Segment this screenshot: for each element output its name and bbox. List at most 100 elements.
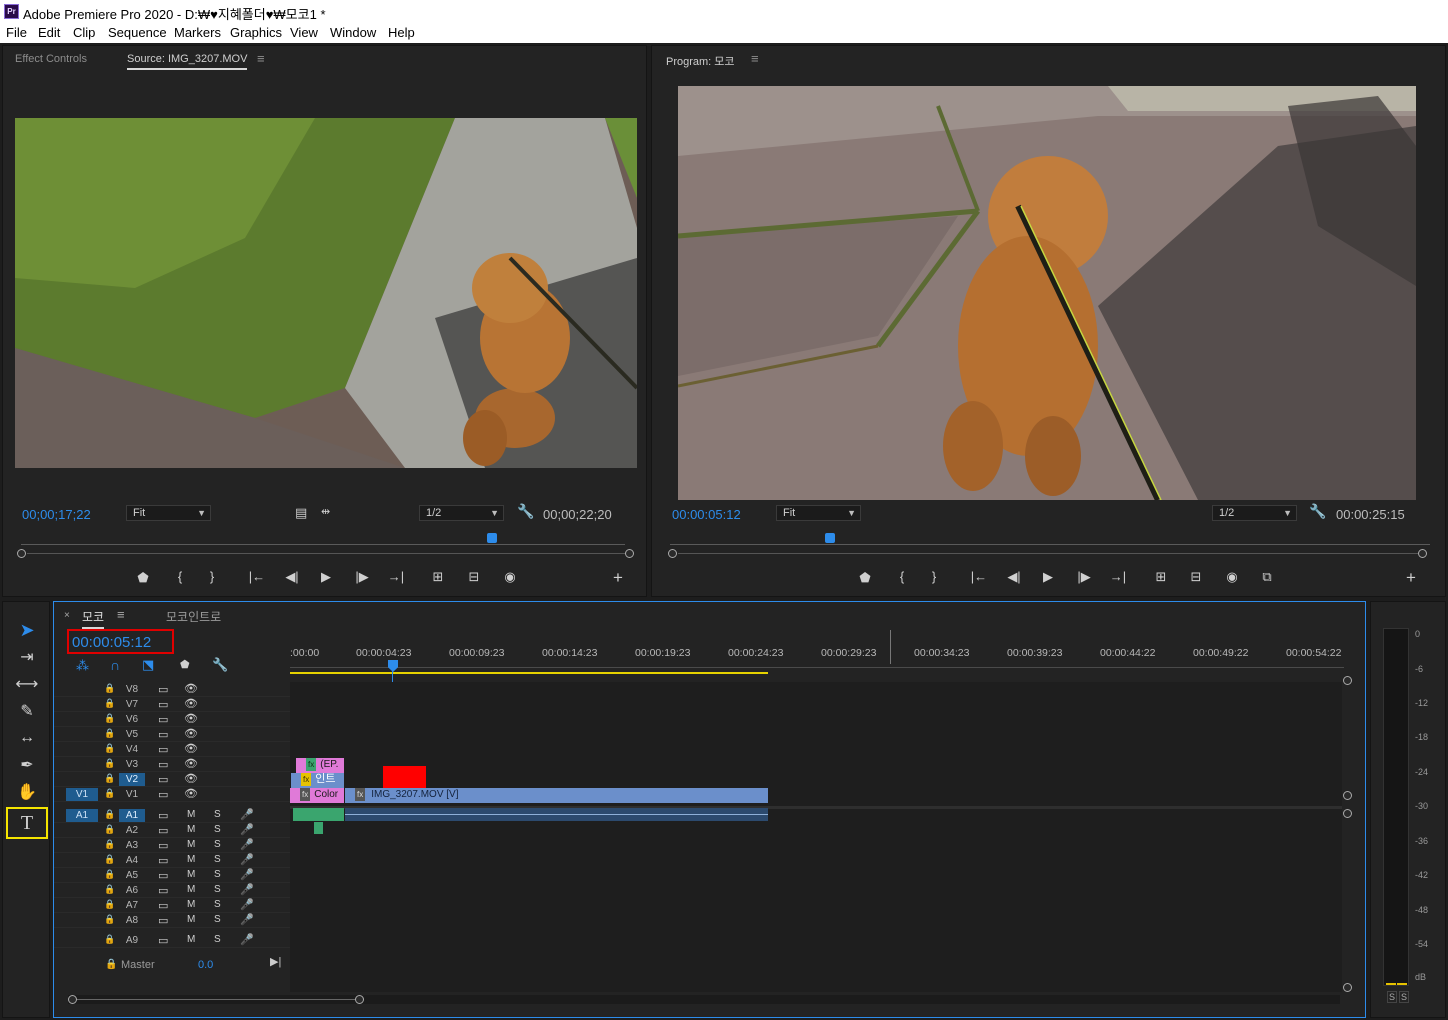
track-label-a5[interactable]: A5 bbox=[119, 869, 145, 882]
tab-source[interactable]: Source: IMG_3207.MOV bbox=[127, 53, 248, 70]
voice-over-record-mic-icon[interactable]: 🎤 bbox=[240, 853, 254, 866]
menu-file[interactable]: File bbox=[6, 25, 27, 40]
mute-track-button[interactable]: M bbox=[187, 884, 195, 895]
sync-lock-icon[interactable]: ▭ bbox=[158, 824, 168, 837]
track-label-v8[interactable]: V8 bbox=[119, 683, 145, 696]
extract-icon[interactable]: ⊟ bbox=[1187, 569, 1205, 585]
mute-track-button[interactable]: M bbox=[187, 914, 195, 925]
mark-in-icon[interactable]: { bbox=[893, 569, 911, 584]
master-lock-icon[interactable]: 🔒 bbox=[105, 959, 117, 970]
track-label-a1[interactable]: A1 bbox=[119, 809, 145, 822]
timeline-zoom-end-handle[interactable] bbox=[355, 995, 364, 1004]
solo-track-button[interactable]: S bbox=[214, 839, 221, 850]
solo-track-button[interactable]: S bbox=[214, 914, 221, 925]
mute-track-button[interactable]: M bbox=[187, 854, 195, 865]
drag-video-audio-icon[interactable]: ⇹ bbox=[321, 505, 330, 518]
voice-over-record-mic-icon[interactable]: 🎤 bbox=[240, 868, 254, 881]
sync-lock-icon[interactable]: ▭ bbox=[158, 884, 168, 897]
mute-track-button[interactable]: M bbox=[187, 839, 195, 850]
source-resolution-dropdown[interactable]: 1/2 ▼ bbox=[419, 505, 504, 521]
menu-window[interactable]: Window bbox=[330, 25, 376, 40]
track-label-v3[interactable]: V3 bbox=[119, 758, 145, 771]
timeline-horizontal-scrollbar[interactable] bbox=[68, 995, 1340, 1004]
tab-sequence-moko[interactable]: 모코 bbox=[82, 608, 105, 629]
sync-lock-icon[interactable]: ▭ bbox=[158, 713, 168, 726]
track-select-tool-icon[interactable]: ⇥ bbox=[13, 646, 41, 670]
voice-over-record-mic-icon[interactable]: 🎤 bbox=[240, 933, 254, 946]
source-playhead[interactable] bbox=[487, 533, 498, 543]
video-tracks-scroll-handle-bottom[interactable] bbox=[1343, 791, 1352, 800]
solo-track-button[interactable]: S bbox=[214, 824, 221, 835]
toggle-track-output-eye-icon[interactable]: 👁 bbox=[184, 787, 198, 800]
master-volume-value[interactable]: 0.0 bbox=[198, 959, 213, 971]
solo-track-button[interactable]: S bbox=[214, 854, 221, 865]
menu-help[interactable]: Help bbox=[388, 25, 415, 40]
track-lock-icon[interactable]: 🔒 bbox=[104, 743, 115, 754]
track-lock-icon[interactable]: 🔒 bbox=[104, 773, 115, 784]
mute-track-button[interactable]: M bbox=[187, 899, 195, 910]
program-zoom-end-handle[interactable] bbox=[1418, 549, 1427, 558]
toggle-track-output-eye-icon[interactable]: 👁 bbox=[184, 697, 198, 710]
track-label-v2[interactable]: V2 bbox=[119, 773, 145, 786]
voice-over-record-mic-icon[interactable]: 🎤 bbox=[240, 913, 254, 926]
add-marker-icon[interactable]: ⬟ bbox=[134, 570, 152, 586]
menu-graphics[interactable]: Graphics bbox=[230, 25, 282, 40]
pen-tool-icon[interactable]: ✒ bbox=[13, 754, 41, 778]
linked-selection-icon[interactable]: ⬔ bbox=[142, 657, 154, 673]
ripple-edit-tool-icon[interactable]: ⟷ bbox=[13, 673, 41, 697]
track-lock-icon[interactable]: 🔒 bbox=[104, 788, 115, 799]
timeline-settings-wrench-icon[interactable]: 🔧 bbox=[212, 657, 228, 673]
sync-lock-icon[interactable]: ▭ bbox=[158, 743, 168, 756]
voice-over-record-mic-icon[interactable]: 🎤 bbox=[240, 808, 254, 821]
mute-track-button[interactable]: M bbox=[187, 824, 195, 835]
menu-sequence[interactable]: Sequence bbox=[108, 25, 167, 40]
tab-sequence-moko-intro[interactable]: 모코인트로 bbox=[166, 608, 221, 625]
export-frame-camera-icon[interactable]: ◉ bbox=[501, 569, 519, 585]
sync-lock-icon[interactable]: ▭ bbox=[158, 899, 168, 912]
type-tool-icon[interactable]: T bbox=[6, 807, 48, 839]
clip-v1-color[interactable]: fx Color bbox=[290, 788, 344, 803]
track-label-a2[interactable]: A2 bbox=[119, 824, 145, 837]
export-frame-camera-icon[interactable]: ◉ bbox=[1223, 569, 1241, 585]
track-lock-icon[interactable]: 🔒 bbox=[104, 869, 115, 880]
step-back-icon[interactable]: ◀| bbox=[1005, 569, 1023, 585]
track-label-a6[interactable]: A6 bbox=[119, 884, 145, 897]
solo-track-button[interactable]: S bbox=[214, 869, 221, 880]
track-lock-icon[interactable]: 🔒 bbox=[104, 839, 115, 850]
step-forward-icon[interactable]: |▶ bbox=[1075, 569, 1093, 585]
voice-over-record-mic-icon[interactable]: 🎤 bbox=[240, 883, 254, 896]
play-icon[interactable]: ▶ bbox=[317, 569, 335, 585]
clip-v1-main-video[interactable]: fx IMG_3207.MOV [V] bbox=[345, 788, 768, 803]
go-to-in-icon[interactable]: |← bbox=[248, 569, 266, 584]
solo-right-button[interactable]: S bbox=[1399, 991, 1410, 1003]
sync-lock-icon[interactable]: ▭ bbox=[158, 683, 168, 696]
tab-program[interactable]: Program: 모코 bbox=[666, 53, 735, 69]
track-lock-icon[interactable]: 🔒 bbox=[104, 698, 115, 709]
mute-track-button[interactable]: M bbox=[187, 934, 195, 945]
track-lock-icon[interactable]: 🔒 bbox=[104, 854, 115, 865]
timeline-tab-menu-icon[interactable]: ≡ bbox=[117, 607, 125, 622]
program-settings-wrench-icon[interactable]: 🔧 bbox=[1309, 503, 1326, 520]
hand-tool-icon[interactable]: ✋ bbox=[13, 781, 41, 805]
toggle-track-output-eye-icon[interactable]: 👁 bbox=[184, 712, 198, 725]
clip-v2-intro[interactable]: fx 인트 bbox=[291, 773, 344, 788]
source-zoom-start-handle[interactable] bbox=[17, 549, 26, 558]
timeline-time-ruler[interactable]: :00:00 00:00:04:23 00:00:09:23 00:00:14:23 0… bbox=[290, 630, 1344, 676]
go-to-out-icon[interactable]: →| bbox=[1109, 569, 1127, 584]
source-settings-wrench-icon[interactable]: 🔧 bbox=[517, 503, 534, 520]
toggle-track-output-eye-icon[interactable]: 👁 bbox=[184, 727, 198, 740]
close-tab-icon[interactable]: × bbox=[64, 610, 70, 621]
sync-lock-icon[interactable]: ▭ bbox=[158, 914, 168, 927]
program-zoom-dropdown[interactable]: Fit ▼ bbox=[776, 505, 861, 521]
sync-lock-icon[interactable]: ▭ bbox=[158, 788, 168, 801]
timeline-timecode-box[interactable]: 00:00:05:12 bbox=[67, 629, 174, 654]
button-editor-plus-icon[interactable]: + bbox=[609, 568, 627, 588]
work-area-bar[interactable] bbox=[290, 672, 768, 674]
source-patch-v1[interactable]: V1 bbox=[66, 788, 98, 801]
snap-magnet-icon[interactable]: ∩ bbox=[110, 657, 120, 673]
nest-icon[interactable]: ⁂ bbox=[76, 658, 89, 674]
track-label-a9[interactable]: A9 bbox=[119, 934, 145, 947]
sync-lock-icon[interactable]: ▭ bbox=[158, 773, 168, 786]
video-tracks-scroll-handle[interactable] bbox=[1343, 676, 1352, 685]
comparison-view-icon[interactable]: ⧉ bbox=[1258, 569, 1276, 585]
